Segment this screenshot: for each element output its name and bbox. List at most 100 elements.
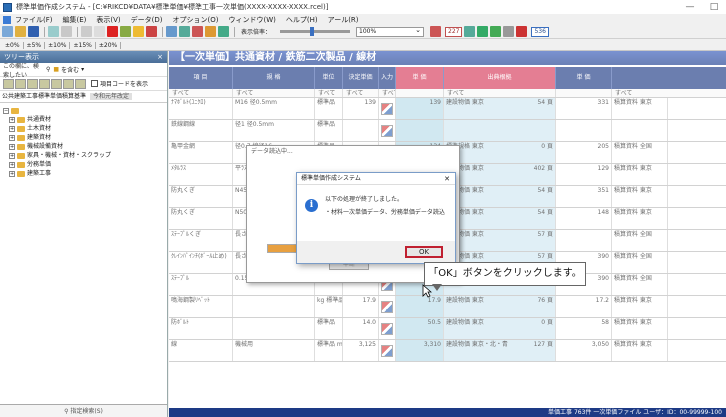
expand-icon[interactable]: + [9, 134, 15, 141]
folder-icon [11, 107, 19, 114]
count-field-2[interactable]: 536 [531, 26, 549, 37]
toolbar-divider [162, 26, 163, 37]
table-icon[interactable] [490, 26, 502, 37]
mark-icon[interactable] [146, 26, 157, 37]
collapse-icon[interactable]: − [3, 107, 9, 114]
expand-icon[interactable]: + [9, 152, 15, 159]
print-icon[interactable] [48, 26, 59, 37]
menu-window[interactable]: ウィンドウ(W) [229, 15, 276, 25]
pct-20-button[interactable]: ±20% [96, 41, 122, 49]
search-input[interactable]: この欄に、検索したい [3, 61, 43, 79]
title-bar: 標準単価作成システム - [C:¥RIKCD¥DATA¥標準単価¥標準工事一次単… [0, 0, 726, 14]
count-field-1[interactable]: 227 [445, 26, 463, 37]
search-icon[interactable] [166, 26, 177, 37]
maximize-button[interactable]: □ [702, 2, 726, 12]
save-icon[interactable] [28, 26, 39, 37]
close-icon[interactable]: ✕ [444, 173, 450, 185]
filter-block[interactable] [63, 78, 74, 89]
folder-icon [17, 116, 25, 123]
menu-data[interactable]: データ(D) [131, 15, 163, 25]
chevron-down-icon[interactable]: ▾ [81, 66, 84, 73]
calc-icon[interactable] [205, 26, 216, 37]
mouse-cursor-icon [422, 284, 432, 298]
toolbar-divider [77, 26, 78, 37]
filter-block[interactable] [75, 78, 86, 89]
expand-icon[interactable]: + [9, 161, 15, 168]
folder-icon [17, 125, 25, 132]
search-mode-select[interactable]: を含む [61, 65, 79, 74]
category-row[interactable]: 公共建築工事標準単価積算基準 今和元年改定 [0, 91, 167, 103]
tree-item-label: 共通費材 [27, 116, 52, 123]
expand-icon[interactable]: + [9, 125, 15, 132]
expand-icon[interactable]: + [9, 170, 15, 177]
ok-button[interactable]: OK [405, 246, 443, 258]
filter-block[interactable] [15, 78, 26, 89]
menu-r[interactable]: アール(R) [328, 15, 359, 25]
delete-icon[interactable] [107, 26, 118, 37]
tree-item-furniture[interactable]: + 家具・機械・資材・スクラップ [3, 151, 167, 160]
percent-toolbar: ±0% ±5% ±10% ±15% ±20% [0, 40, 726, 51]
grid-icon[interactable] [503, 26, 515, 37]
menu-edit[interactable]: 編集(E) [63, 15, 87, 25]
zoom-label: 表示倍率： [241, 29, 272, 36]
pct-15-button[interactable]: ±15% [70, 41, 96, 49]
copy-icon[interactable] [94, 26, 105, 37]
filter-block[interactable] [51, 78, 62, 89]
tree-item-labor[interactable]: + 労務単価 [3, 160, 167, 169]
pct-10-button[interactable]: ±10% [45, 41, 71, 49]
tree-item-machinery[interactable]: + 機械設備資材 [3, 142, 167, 151]
tree-root[interactable]: − [3, 106, 167, 115]
folder-icon [17, 134, 25, 141]
filter-block[interactable] [3, 78, 14, 89]
minimize-button[interactable]: — [678, 2, 702, 12]
folder-icon [17, 161, 25, 168]
search-icon[interactable]: ⚲ [46, 66, 50, 73]
font-size-icon[interactable] [430, 26, 442, 37]
filter-block[interactable] [27, 78, 38, 89]
preview-icon[interactable] [61, 26, 72, 37]
cut-icon[interactable] [81, 26, 92, 37]
expand-icon[interactable]: + [9, 143, 15, 150]
search-footer-label: 指定検索(S) [70, 408, 103, 415]
zoom-slider-knob[interactable] [310, 27, 315, 36]
folder-icon[interactable]: ■ [53, 66, 59, 73]
app-window: 標準単価作成システム - [C:¥RIKCD¥DATA¥標準単価¥標準工事一次単… [0, 0, 726, 417]
menu-file[interactable]: ファイル(F) [15, 15, 53, 25]
filter-icon[interactable] [179, 26, 190, 37]
callout-pointer [432, 284, 442, 291]
flag-icon[interactable] [516, 26, 528, 37]
search-footer-button[interactable]: ⚲ 指定検索(S) [0, 404, 167, 417]
tree-item-label: 建築工事 [27, 170, 52, 177]
open-icon[interactable] [15, 26, 26, 37]
menu-help[interactable]: ヘルプ(H) [286, 15, 318, 25]
edit-icon[interactable] [133, 26, 144, 37]
show-code-checkbox[interactable] [91, 80, 98, 87]
zoom-slider[interactable] [280, 27, 351, 36]
filter-block[interactable] [39, 78, 50, 89]
zoom-select[interactable]: 100% [356, 26, 425, 37]
menu-options[interactable]: オプション(O) [173, 15, 219, 25]
nav-icon[interactable] [464, 26, 476, 37]
doc-icon [3, 15, 11, 24]
filter-blocks [3, 78, 87, 89]
pct-5-button[interactable]: ±5% [24, 41, 46, 49]
pct-0-button[interactable]: ±0% [2, 41, 24, 49]
tree-item-label: 労務単価 [27, 161, 52, 168]
percent-icon[interactable] [218, 26, 229, 37]
tree-item-construction[interactable]: + 建築工事 [3, 169, 167, 178]
check-icon[interactable] [120, 26, 131, 37]
message-line-1: 以下の処理が終了しました。 [325, 196, 404, 203]
sort-icon[interactable] [192, 26, 203, 37]
message-box-footer: OK [297, 241, 455, 263]
new-icon[interactable] [2, 26, 13, 37]
tree-item-common[interactable]: + 共通費材 [3, 115, 167, 124]
menu-view[interactable]: 表示(V) [96, 15, 120, 25]
tree-item-building[interactable]: + 建築資材 [3, 133, 167, 142]
main-toolbar: 表示倍率： 100% 227 536 [0, 25, 726, 39]
menu-bar: ファイル(F) 編集(E) 表示(V) データ(D) オプション(O) ウィンド… [0, 14, 726, 25]
expand-icon[interactable]: + [9, 116, 15, 123]
close-icon[interactable]: × [157, 51, 163, 63]
app-icon [3, 2, 12, 12]
refresh-icon[interactable] [477, 26, 489, 37]
tree-item-civil[interactable]: + 土木資材 [3, 124, 167, 133]
